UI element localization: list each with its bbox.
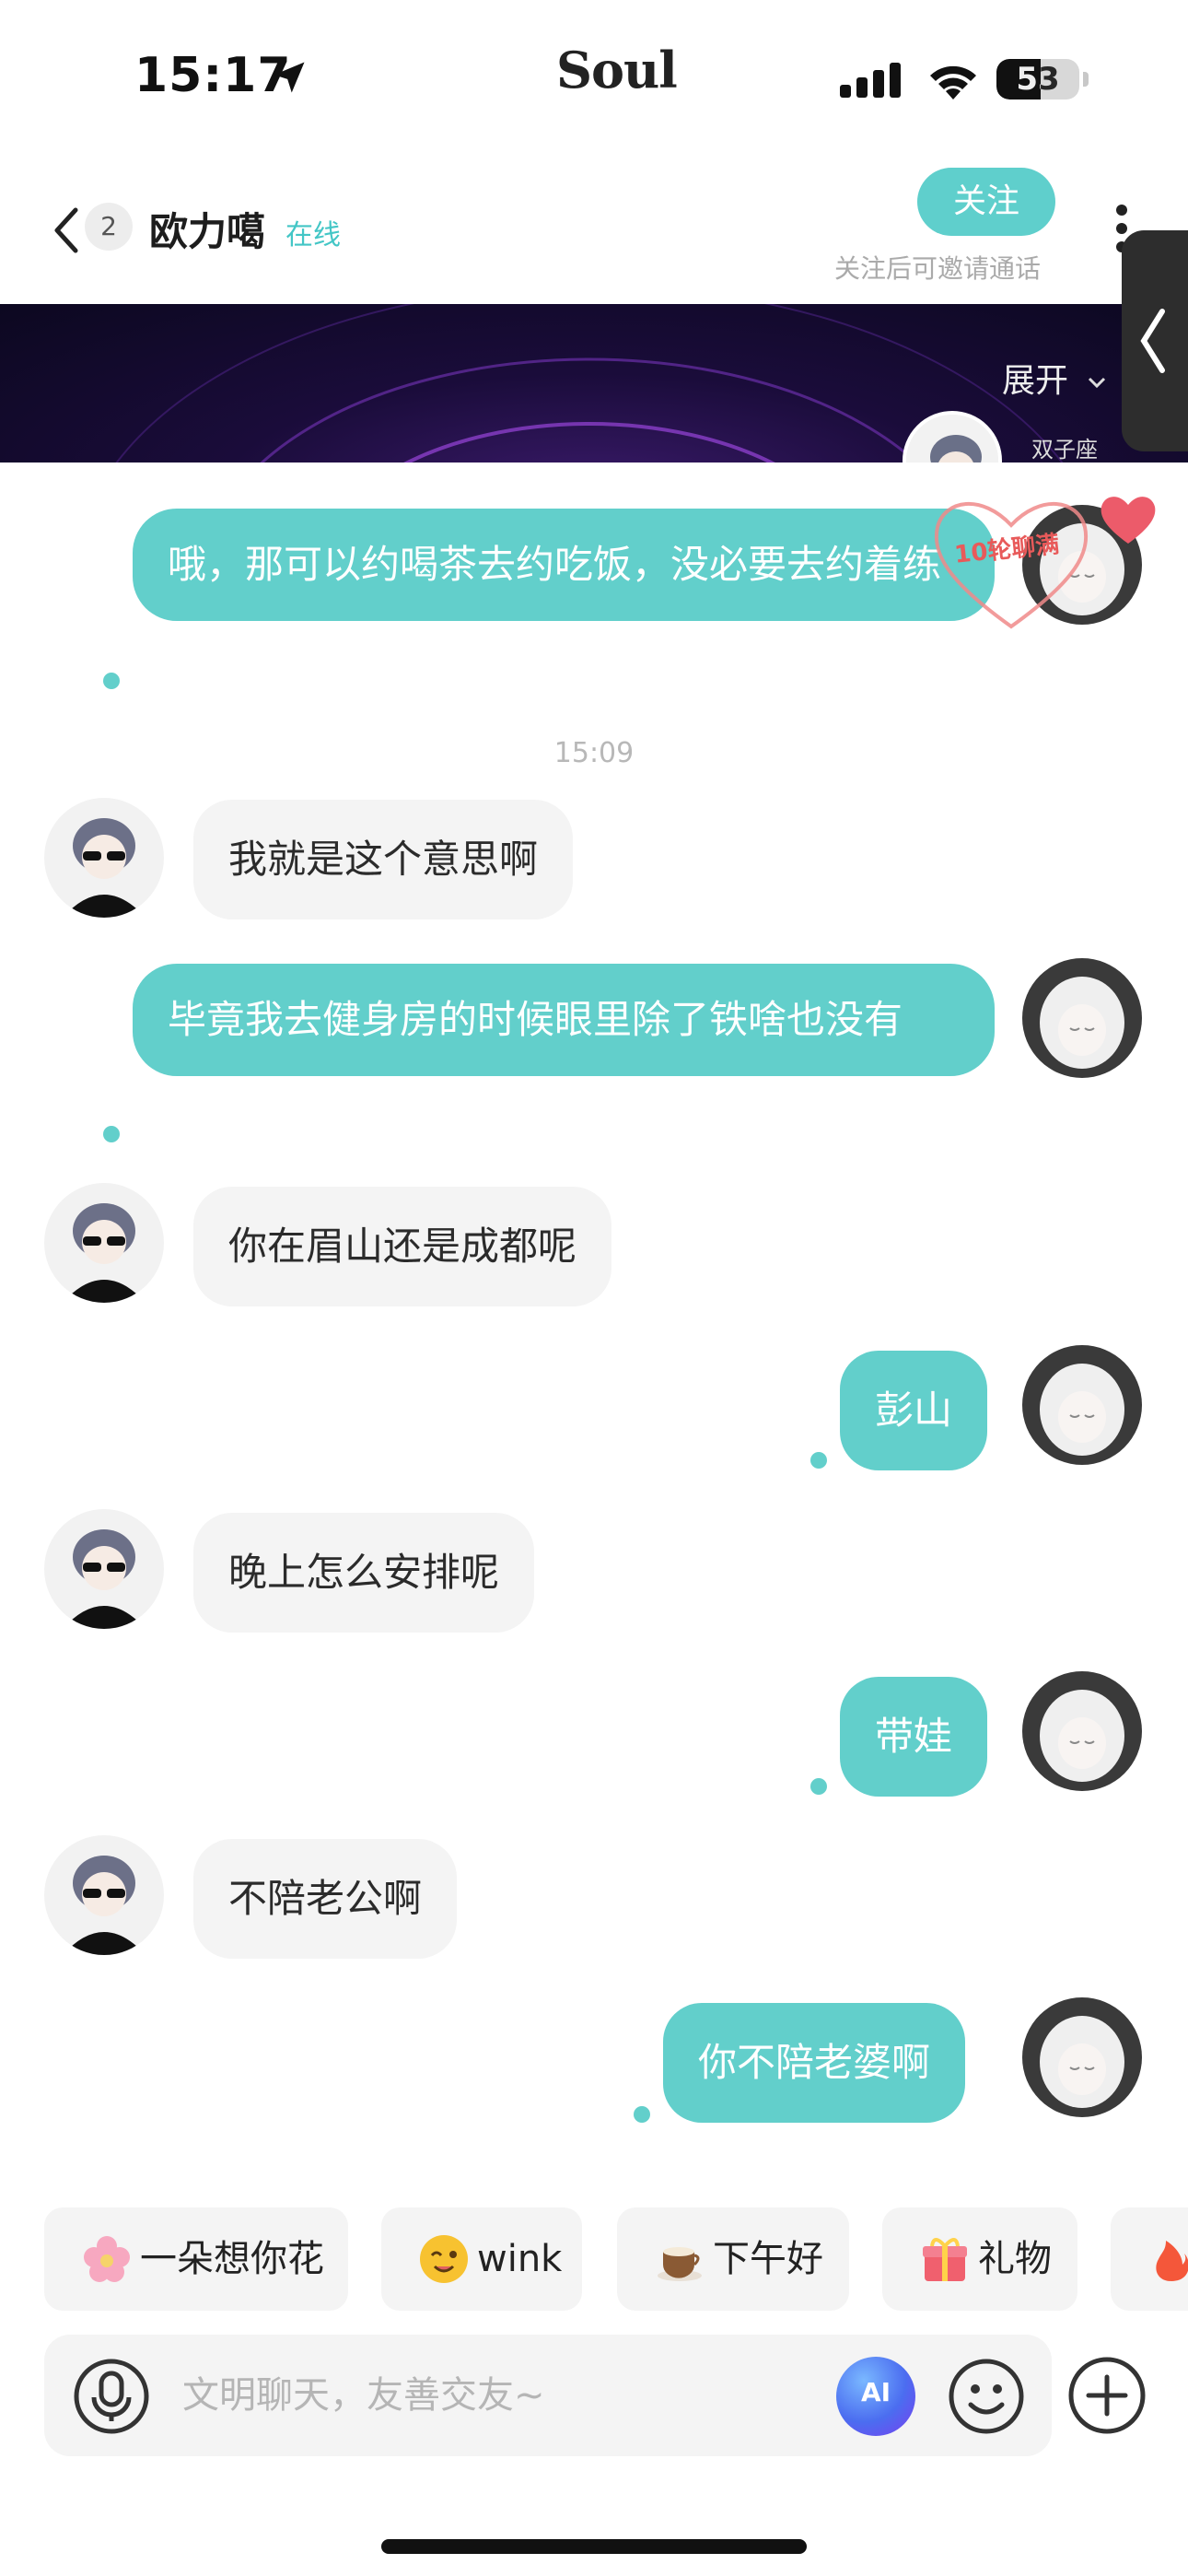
follow-button[interactable]: 关注 xyxy=(917,168,1055,236)
contact-avatar-image xyxy=(44,798,164,918)
message-input-bar: AI xyxy=(44,2335,1052,2456)
their-message-bubble[interactable]: 你在眉山还是成都呢 xyxy=(193,1187,612,1306)
cellular-signal-icon xyxy=(840,63,901,98)
my-avatar[interactable] xyxy=(1022,1997,1142,2117)
quick-reply-chip[interactable]: wink xyxy=(381,2207,582,2311)
contact-name[interactable]: 欧力噶 xyxy=(149,201,265,257)
battery-cap xyxy=(1083,72,1089,87)
contact-avatar-image xyxy=(44,1509,164,1629)
chip-label: 一朵想你花 xyxy=(140,2238,324,2280)
unread-count-badge[interactable]: 2 xyxy=(85,203,133,251)
their-message-bubble[interactable]: 我就是这个意思啊 xyxy=(193,800,574,919)
message-input[interactable] xyxy=(182,2362,827,2429)
my-avatar-image xyxy=(1022,1345,1142,1465)
status-bar: 15:17 Soul 53 xyxy=(0,0,1188,157)
add-attachment-icon[interactable] xyxy=(1066,2355,1147,2436)
app-brand-logo: Soul xyxy=(556,41,678,100)
battery-indicator: 53 xyxy=(996,59,1079,100)
heart-filled-icon[interactable] xyxy=(1098,492,1159,547)
side-panel-handle[interactable] xyxy=(1122,230,1188,451)
contact-avatar-image xyxy=(44,1835,164,1955)
home-indicator[interactable] xyxy=(381,2539,807,2554)
quick-reply-row: 一朵想你花 wink 下午好 礼物 xyxy=(0,2207,1188,2316)
my-avatar[interactable] xyxy=(1022,958,1142,1078)
chip-label: 下午好 xyxy=(713,2238,823,2280)
voice-input-icon[interactable] xyxy=(72,2357,151,2436)
my-message-bubble[interactable]: 你不陪老婆啊 xyxy=(663,2003,966,2123)
zodiac-label: 双子座 xyxy=(1031,437,1098,463)
quick-reply-chip[interactable]: 一朵想你花 xyxy=(44,2207,348,2311)
contact-avatar-image xyxy=(44,1183,164,1303)
battery-percent: 53 xyxy=(1016,61,1060,98)
wink-emoji-icon xyxy=(420,2235,468,2283)
read-receipt-dot xyxy=(810,1452,827,1469)
expand-button[interactable]: 展开 xyxy=(1002,354,1108,409)
quick-reply-chip[interactable] xyxy=(1111,2207,1188,2311)
read-receipt-dot xyxy=(103,673,120,689)
location-arrow-icon xyxy=(274,62,305,93)
quick-reply-chip[interactable]: 下午好 xyxy=(617,2207,849,2311)
follow-hint: 关注后可邀请通话 xyxy=(834,253,1042,284)
back-arrow-icon[interactable] xyxy=(44,201,90,260)
contact-avatar[interactable] xyxy=(44,1509,164,1629)
ai-label: AI xyxy=(860,2377,891,2407)
my-message-bubble[interactable]: 带娃 xyxy=(840,1677,988,1797)
ai-assistant-icon[interactable]: AI xyxy=(836,2357,915,2436)
emoji-icon[interactable] xyxy=(947,2357,1026,2436)
profile-banner[interactable]: 展开 双子座 xyxy=(0,304,1188,463)
chat-header: 2 欧力噶 在线 关注 关注后可邀请通话 xyxy=(0,157,1188,304)
expand-label: 展开 xyxy=(1002,362,1069,400)
my-message-bubble[interactable]: 毕竟我去健身房的时候眼里除了铁啥也没有 xyxy=(133,964,995,1076)
their-message-bubble[interactable]: 晚上怎么安排呢 xyxy=(193,1513,535,1633)
my-avatar[interactable] xyxy=(1022,1671,1142,1791)
contact-avatar[interactable] xyxy=(44,1835,164,1955)
contact-avatar[interactable] xyxy=(44,798,164,918)
fire-icon xyxy=(1156,2241,1188,2281)
quick-reply-chip[interactable]: 礼物 xyxy=(882,2207,1077,2311)
read-receipt-dot xyxy=(810,1778,827,1795)
chip-label: wink xyxy=(477,2238,563,2280)
chip-label: 礼物 xyxy=(978,2238,1052,2280)
flower-icon xyxy=(84,2236,130,2282)
read-receipt-dot xyxy=(634,2106,650,2123)
my-avatar[interactable] xyxy=(1022,1345,1142,1465)
status-time: 15:17 xyxy=(134,48,292,103)
chevron-left-icon xyxy=(1140,309,1165,373)
contact-avatar[interactable] xyxy=(44,1183,164,1303)
wifi-icon xyxy=(930,65,976,100)
gift-icon xyxy=(923,2238,967,2281)
my-avatar-image xyxy=(1022,1671,1142,1791)
my-message-bubble[interactable]: 哦，那可以约喝茶去约吃饭，没必要去约着练 xyxy=(133,509,995,621)
chevron-down-icon xyxy=(1089,377,1106,389)
read-receipt-dot xyxy=(103,1126,120,1142)
their-message-bubble[interactable]: 不陪老公啊 xyxy=(193,1839,458,1959)
online-status: 在线 xyxy=(285,219,341,252)
my-message-bubble[interactable]: 彭山 xyxy=(840,1351,988,1470)
my-avatar-image xyxy=(1022,1997,1142,2117)
coffee-icon xyxy=(658,2247,702,2281)
message-timestamp: 15:09 xyxy=(553,737,635,769)
my-avatar-image xyxy=(1022,958,1142,1078)
